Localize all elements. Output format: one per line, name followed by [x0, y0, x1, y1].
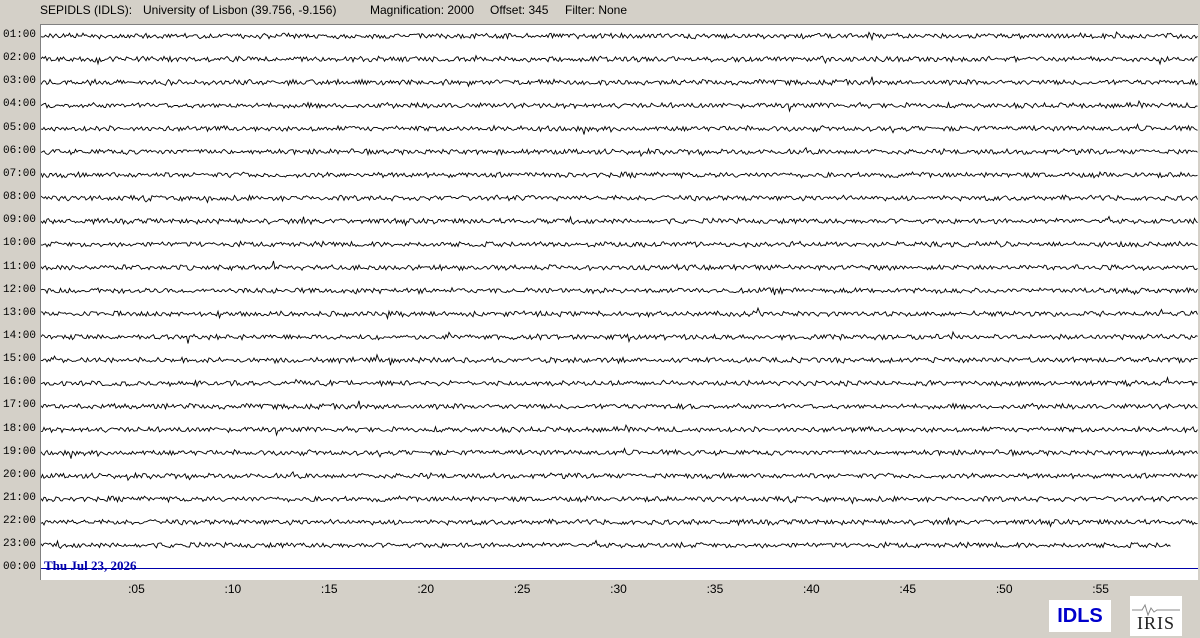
- seismogram-trace: [41, 517, 1198, 528]
- hour-label: 23:00: [3, 538, 37, 551]
- seismogram-trace: [41, 146, 1198, 158]
- hour-label: 02:00: [3, 52, 37, 65]
- seismogram-trace: [41, 423, 1198, 437]
- seismogram-trace: [41, 123, 1198, 135]
- seismogram-trace: [41, 306, 1198, 321]
- hour-axis: 01:00 02:00 03:00 04:00 05:00 06:00 07:00 08:00…: [0, 0, 40, 600]
- minute-label: :40: [802, 582, 820, 596]
- minute-label: :15: [320, 582, 338, 596]
- hour-label: 01:00: [3, 29, 37, 41]
- hour-label: 00:00: [3, 561, 37, 574]
- hour-label: 09:00: [3, 214, 37, 227]
- hour-label: 04:00: [3, 98, 37, 111]
- magnification-readout: Magnification: 2000: [370, 3, 475, 17]
- station-location: University of Lisbon (39.756, -9.156): [143, 3, 337, 17]
- seismogram-traces: [41, 31, 1198, 569]
- hour-label: 06:00: [3, 144, 37, 157]
- hour-label: 20:00: [3, 468, 37, 481]
- seismogram-trace: [41, 286, 1198, 296]
- seismogram-trace: [41, 76, 1198, 88]
- station-name: SEPIDLS (IDLS):: [40, 3, 133, 17]
- seismogram-trace: [41, 330, 1198, 344]
- minute-label: :55: [1092, 582, 1109, 596]
- minute-label: :30: [610, 582, 627, 596]
- date-label: Thu Jul 23, 2026: [44, 558, 137, 573]
- seismogram-trace: [41, 447, 1198, 459]
- seismogram-trace: [41, 99, 1198, 113]
- hour-label: 05:00: [3, 121, 37, 134]
- seismogram-trace: [41, 539, 1171, 549]
- hour-label: 16:00: [3, 376, 37, 389]
- idls-logo: IDLS: [1049, 600, 1111, 632]
- minute-axis: :05 :10 :15 :20 :25 :30 :35 :40 :45 :50 :55: [40, 580, 1200, 598]
- iris-logo-text: IRIS: [1136, 613, 1175, 633]
- hour-label: 21:00: [3, 492, 37, 504]
- hour-label: 14:00: [3, 329, 37, 342]
- seismogram-trace: [41, 353, 1198, 366]
- offset-readout: Offset: 345: [490, 3, 549, 17]
- hour-label: 10:00: [3, 237, 37, 250]
- hour-label: 03:00: [3, 75, 37, 88]
- minute-label: :25: [513, 582, 531, 596]
- hour-label: 12:00: [3, 283, 37, 296]
- hour-label: 22:00: [3, 515, 37, 528]
- seismogram-trace: [41, 215, 1198, 227]
- seismogram-trace: [41, 471, 1198, 482]
- seismogram-trace: [41, 194, 1198, 204]
- hour-label: 15:00: [3, 353, 37, 366]
- seismogram-trace: [41, 400, 1198, 411]
- minute-label: :05: [128, 582, 145, 596]
- seismogram-trace: [41, 260, 1198, 272]
- seismogram-plot: [40, 24, 1198, 580]
- iris-logo: IRIS: [1130, 596, 1182, 636]
- minute-label: :50: [995, 582, 1013, 596]
- hour-label: 08:00: [3, 191, 37, 204]
- seismogram-trace: [41, 375, 1198, 388]
- seismogram-trace: [41, 170, 1198, 180]
- seismogram-trace: [41, 31, 1198, 42]
- minute-label: :35: [706, 582, 724, 596]
- hour-label: 07:00: [3, 167, 37, 180]
- seismogram-trace: [41, 240, 1198, 249]
- hour-label: 18:00: [3, 422, 37, 435]
- helicorder-window: { "header": { "station": "SEPIDLS (IDLS)…: [0, 0, 1200, 638]
- header-bar: SEPIDLS (IDLS): University of Lisbon (39…: [0, 0, 1200, 22]
- hour-label: 19:00: [3, 445, 37, 458]
- filter-readout: Filter: None: [565, 3, 628, 17]
- hour-label: 17:00: [3, 399, 37, 412]
- seismogram-trace: [41, 495, 1198, 505]
- minute-label: :10: [224, 582, 242, 596]
- hour-label: 11:00: [3, 260, 37, 273]
- minute-label: :20: [417, 582, 434, 596]
- hour-label: 13:00: [3, 306, 37, 319]
- seismogram-trace: [41, 54, 1198, 66]
- minute-label: :45: [899, 582, 917, 596]
